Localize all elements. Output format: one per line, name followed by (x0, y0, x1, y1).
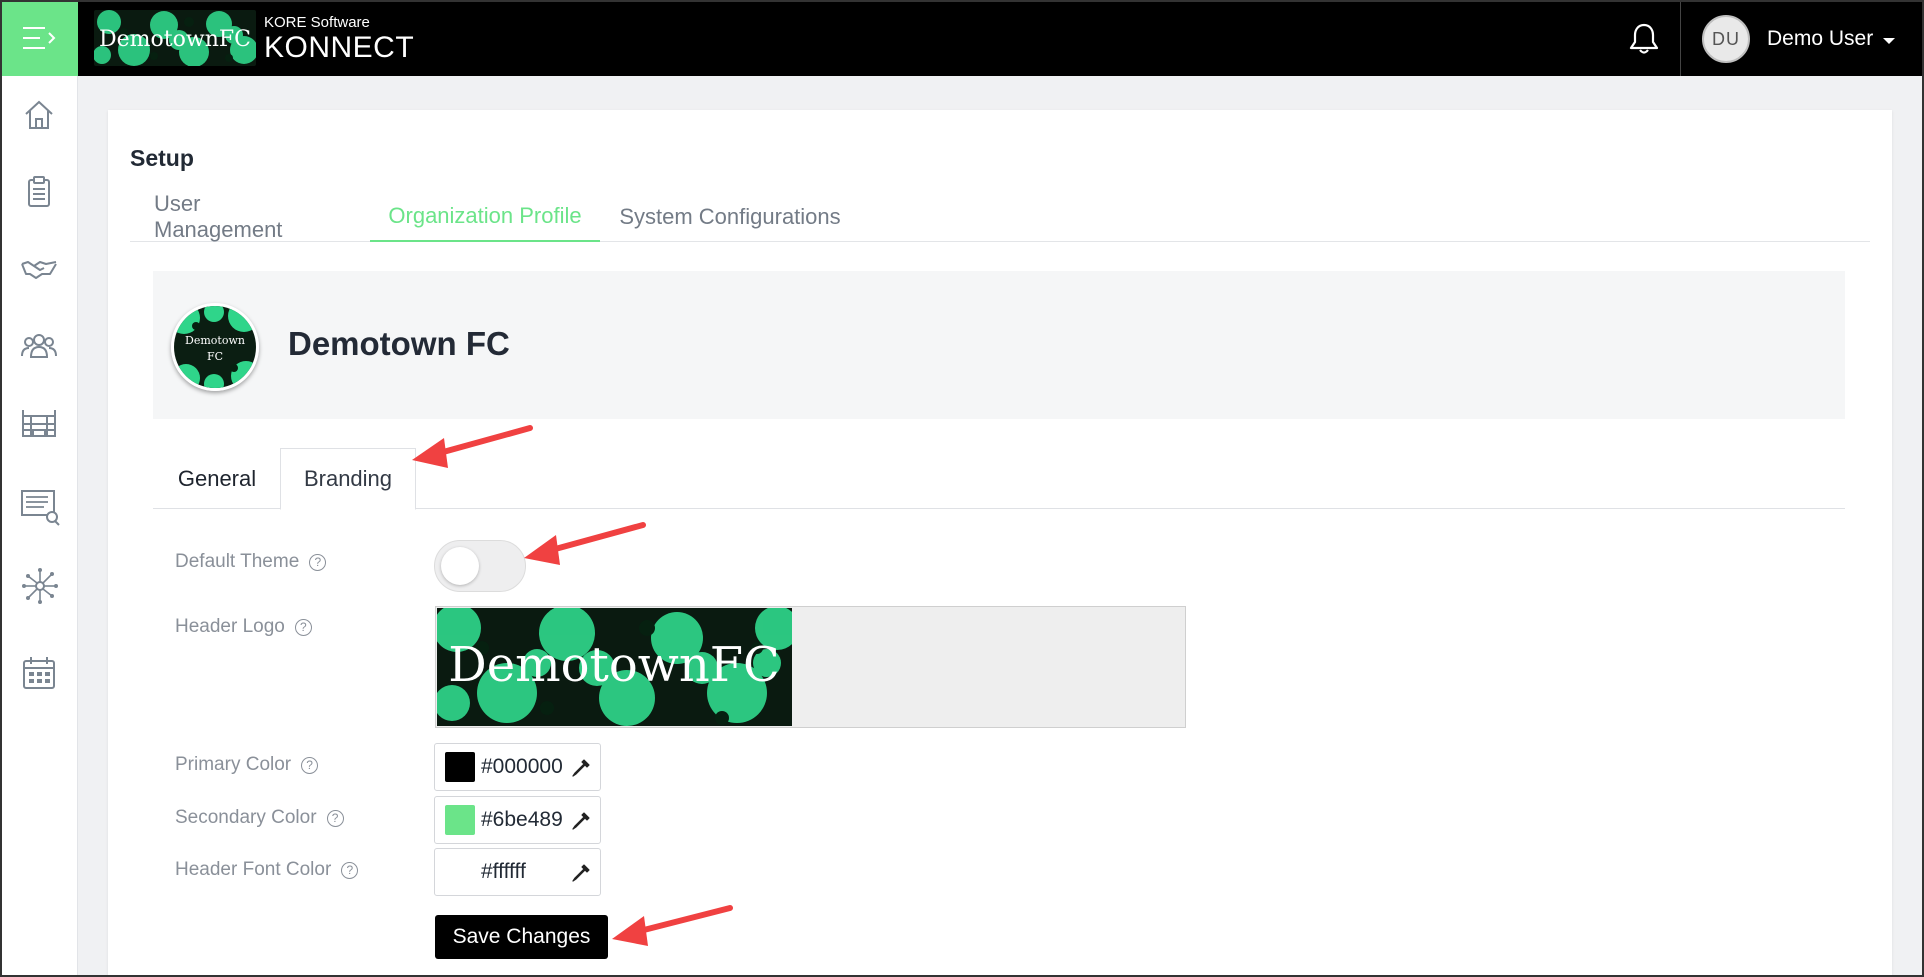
tab-system-configurations[interactable]: System Configurations (616, 192, 844, 242)
brand-company: KORE Software (264, 14, 370, 31)
eyedropper-icon[interactable] (570, 862, 592, 884)
bell-icon (1629, 23, 1659, 54)
page-title: Setup (130, 145, 194, 171)
home-icon (25, 100, 53, 129)
sidebar-item-reports[interactable] (20, 486, 60, 526)
brand-title: KORE Software KONNECT (264, 14, 414, 64)
setup-tabs: User Management Organization Profile Sys… (130, 191, 1870, 242)
report-search-icon (21, 490, 60, 526)
primary-color-label-text: Primary Color (175, 754, 292, 775)
sidebar-item-contacts[interactable] (20, 327, 58, 365)
secondary-color-swatch[interactable] (445, 805, 475, 835)
sidebar-item-calendar[interactable] (20, 654, 58, 692)
header-font-color-swatch[interactable] (445, 857, 475, 887)
header-divider (1680, 0, 1681, 76)
chevron-down-icon (1883, 37, 1896, 44)
sidebar-item-partners[interactable] (20, 250, 58, 288)
primary-color-label: Primary Color ? (175, 754, 319, 776)
brand-logo[interactable]: DemotownFC (94, 10, 256, 66)
eyedropper-icon[interactable] (570, 757, 592, 779)
sidebar-item-network[interactable] (20, 566, 58, 604)
org-header: Demotown FC Demotown FC (153, 271, 1845, 419)
tab-branding[interactable]: Branding (280, 448, 416, 510)
top-header: DemotownFC KORE Software KONNECT DU Demo… (0, 0, 1924, 76)
user-menu[interactable]: DU Demo User (1702, 14, 1896, 64)
header-logo-upload[interactable]: DemotownFC (435, 606, 1186, 728)
header-font-color-label: Header Font Color ? (175, 859, 359, 881)
secondary-color-value: #6be489 (481, 808, 563, 831)
default-theme-label: Default Theme ? (175, 551, 327, 573)
profile-sub-tabs: General Branding (153, 448, 1845, 510)
eyedropper-icon[interactable] (570, 810, 592, 832)
user-name: Demo User (1767, 27, 1874, 50)
toggle-knob (441, 547, 479, 585)
primary-color-input[interactable]: #000000 (434, 743, 601, 791)
header-logo-label-text: Header Logo (175, 616, 285, 637)
help-icon[interactable]: ? (309, 553, 327, 571)
org-name: Demotown FC (288, 325, 510, 362)
header-logo-label: Header Logo ? (175, 616, 312, 638)
org-avatar-line1: Demotown (185, 334, 245, 347)
sidebar (0, 76, 78, 977)
help-icon[interactable]: ? (341, 861, 359, 879)
help-icon[interactable]: ? (301, 756, 319, 774)
brand-product: KONNECT (264, 31, 415, 64)
org-avatar: Demotown FC (171, 303, 259, 391)
save-changes-button[interactable]: Save Changes (435, 915, 608, 959)
tab-user-management[interactable]: User Management (154, 191, 322, 242)
stadium-icon (22, 410, 56, 437)
tab-general[interactable]: General (153, 448, 281, 509)
default-theme-label-text: Default Theme (175, 551, 300, 572)
header-font-color-input[interactable]: #ffffff (434, 848, 601, 896)
secondary-color-label: Secondary Color ? (175, 807, 344, 829)
default-theme-toggle[interactable] (434, 540, 526, 592)
handshake-icon (21, 261, 57, 279)
brand-logo-text: DemotownFC (99, 27, 251, 52)
menu-toggle-icon (23, 27, 56, 49)
org-avatar-line2: FC (207, 350, 223, 363)
avatar: DU (1702, 15, 1750, 63)
people-group-icon (21, 334, 57, 358)
tab-organization-profile[interactable]: Organization Profile (370, 192, 600, 242)
clipboard-icon (28, 176, 50, 207)
notification-button[interactable] (1628, 22, 1660, 56)
help-icon[interactable]: ? (294, 618, 312, 636)
header-logo-text: DemotownFC (448, 637, 780, 693)
primary-color-value: #000000 (481, 755, 563, 778)
help-icon[interactable]: ? (326, 809, 344, 827)
secondary-color-label-text: Secondary Color (175, 807, 317, 828)
sidebar-item-tasks[interactable] (20, 173, 58, 211)
sidebar-item-home[interactable] (20, 96, 58, 134)
calendar-icon (23, 657, 55, 689)
secondary-color-input[interactable]: #6be489 (434, 796, 601, 844)
header-logo-image: DemotownFC (437, 608, 792, 726)
menu-toggle-button[interactable] (0, 0, 78, 76)
sidebar-item-venues[interactable] (20, 404, 58, 442)
network-icon (22, 568, 58, 604)
header-font-color-label-text: Header Font Color (175, 859, 332, 880)
primary-color-swatch[interactable] (445, 752, 475, 782)
header-font-color-value: #ffffff (481, 860, 526, 883)
